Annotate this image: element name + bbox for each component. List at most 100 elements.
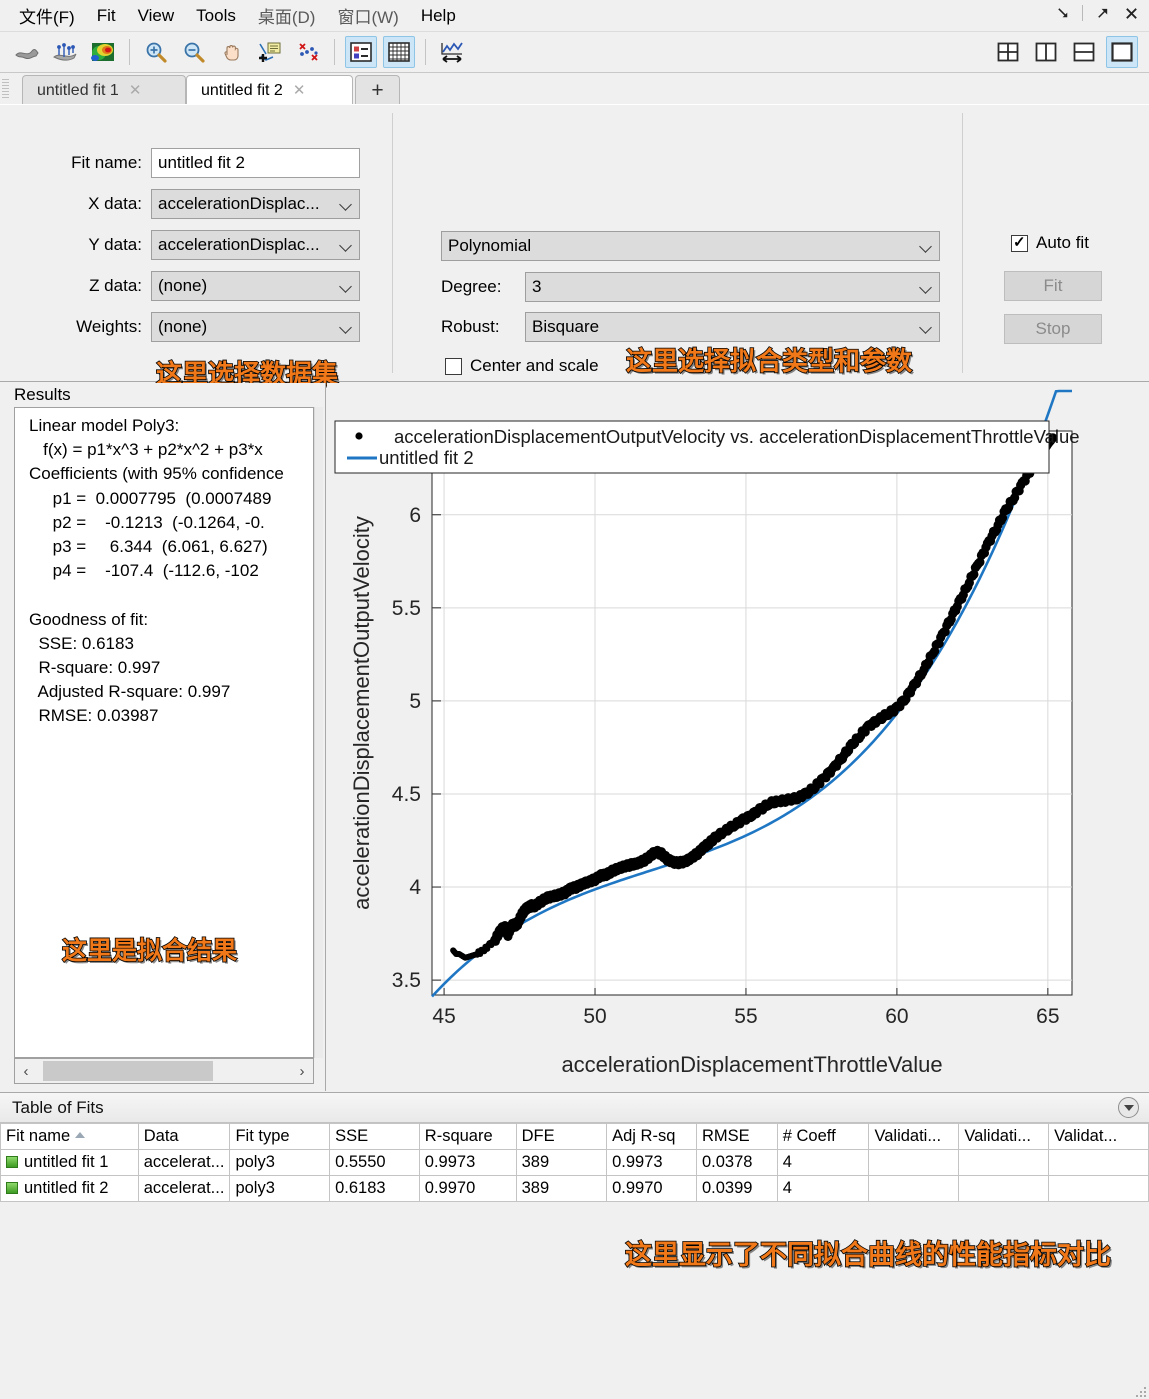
column-header-validation-1[interactable]: Validati...	[868, 1123, 960, 1150]
chevron-down-icon	[919, 239, 933, 253]
zoom-out-icon[interactable]	[178, 36, 210, 68]
degree-row: Degree: 3	[441, 272, 940, 302]
cell-r-square: 0.9973	[418, 1149, 517, 1176]
table-header-row: Fit name Data Fit type SSE R-square DFE …	[0, 1123, 1149, 1150]
cell-fit-name: untitled fit 1	[0, 1149, 139, 1176]
results-vertical-scrollbar[interactable]	[314, 407, 323, 1058]
tab-untitled-fit-2[interactable]: untitled fit 2 ✕	[186, 75, 353, 105]
undock-icon-glyph	[1097, 8, 1107, 18]
z-data-value: (none)	[158, 276, 208, 295]
zoom-in-icon[interactable]	[140, 36, 172, 68]
center-and-scale-checkbox[interactable]: Center and scale	[445, 356, 599, 376]
fit-name-row: Fit name: untitled fit 2	[48, 148, 360, 178]
y-tick-label: 4.5	[392, 783, 421, 806]
column-header-num-coeff[interactable]: # Coeff	[776, 1123, 870, 1150]
grid-icon[interactable]	[383, 36, 415, 68]
scroll-right-icon[interactable]: ›	[291, 1063, 313, 1080]
fit-type-select[interactable]: Polynomial	[441, 231, 940, 261]
legend-label-data: accelerationDisplacementOutputVelocity v…	[394, 426, 1080, 447]
auto-fit-checkbox[interactable]: Auto fit	[1011, 233, 1089, 253]
table-row[interactable]: untitled fit 2 accelerat... poly3 0.6183…	[0, 1175, 1149, 1202]
fit-plot[interactable]: 45 50 55 60 65 3.5 4 4.5 5 5.5 6 accelerationDisp…	[327, 383, 1149, 1091]
column-header-dfe[interactable]: DFE	[515, 1123, 608, 1150]
tab-close-icon[interactable]: ✕	[293, 83, 306, 98]
add-fit-tab-button[interactable]: +	[355, 75, 400, 105]
menu-item-desktop[interactable]: 桌面(D)	[247, 1, 327, 30]
plot-legend[interactable]: accelerationDisplacementOutputVelocity v…	[334, 420, 1080, 474]
add-fit-label: +	[371, 78, 384, 102]
menu-item-window[interactable]: 窗口(W)	[326, 1, 409, 30]
layout-quad-icon[interactable]	[992, 36, 1024, 68]
fit-name-input[interactable]: untitled fit 2	[151, 148, 360, 178]
layout-horizontal-split-icon[interactable]	[1068, 36, 1100, 68]
cell-fit-name: untitled fit 2	[0, 1175, 139, 1202]
z-data-select[interactable]: (none)	[151, 271, 360, 301]
fit-color-swatch	[6, 1182, 18, 1194]
fit-name-text: untitled fit 1	[24, 1153, 109, 1171]
scroll-left-icon[interactable]: ‹	[15, 1063, 37, 1080]
menu-item-view[interactable]: View	[127, 4, 186, 28]
results-horizontal-scrollbar[interactable]: ‹ ›	[14, 1058, 314, 1084]
x-data-value: accelerationDisplac...	[158, 194, 320, 213]
scrollbar-thumb[interactable]	[43, 1061, 213, 1081]
menu-item-fit[interactable]: Fit	[86, 4, 127, 28]
exclude-outliers-icon[interactable]	[292, 36, 324, 68]
cell-validation-1	[868, 1149, 960, 1176]
axes-limits-icon[interactable]	[436, 36, 468, 68]
auto-fit-label: Auto fit	[1036, 233, 1089, 252]
dock-icon-glyph	[1057, 7, 1067, 17]
column-header-data[interactable]: Data	[137, 1123, 231, 1150]
menu-item-help[interactable]: Help	[410, 4, 467, 28]
tab-bar: untitled fit 1 ✕ untitled fit 2 ✕ +	[0, 73, 1149, 105]
fits-table[interactable]: Fit name Data Fit type SSE R-square DFE …	[0, 1123, 1149, 1202]
column-header-fit-name[interactable]: Fit name	[0, 1123, 139, 1150]
tab-label: untitled fit 2	[201, 81, 283, 99]
tab-close-icon[interactable]: ✕	[129, 83, 142, 98]
x-tick-label: 55	[734, 1005, 757, 1028]
data-cursor-icon[interactable]	[254, 36, 286, 68]
menu-item-tools[interactable]: Tools	[185, 4, 247, 28]
column-header-sse[interactable]: SSE	[329, 1123, 420, 1150]
tab-label: untitled fit 1	[37, 81, 119, 99]
column-header-validation-2[interactable]: Validati...	[958, 1123, 1050, 1150]
layout-single-icon[interactable]	[1106, 36, 1138, 68]
degree-value: 3	[532, 277, 542, 296]
sort-ascending-icon	[75, 1132, 86, 1138]
weights-select[interactable]: (none)	[151, 312, 360, 342]
layout-vertical-split-icon[interactable]	[1030, 36, 1062, 68]
x-data-select[interactable]: accelerationDisplac...	[151, 189, 360, 219]
cell-rmse: 0.0378	[695, 1149, 778, 1176]
contour-map-icon[interactable]	[87, 36, 119, 68]
tab-untitled-fit-1[interactable]: untitled fit 1 ✕	[22, 75, 186, 105]
panel-divider-2	[962, 113, 963, 373]
column-header-rmse[interactable]: RMSE	[695, 1123, 778, 1150]
menu-item-file[interactable]: 文件(F)	[8, 1, 86, 30]
legend-icon[interactable]	[345, 36, 377, 68]
plot-panel[interactable]: 45 50 55 60 65 3.5 4 4.5 5 5.5 6 accelerationDisp…	[327, 383, 1149, 1091]
robust-select[interactable]: Bisquare	[525, 312, 940, 342]
column-header-validation-3[interactable]: Validat...	[1048, 1123, 1149, 1150]
surface-icon[interactable]	[11, 36, 43, 68]
table-row[interactable]: untitled fit 1 accelerat... poly3 0.5550…	[0, 1149, 1149, 1176]
x-tick-label: 50	[583, 1005, 606, 1028]
dock-icon[interactable]	[1053, 2, 1073, 24]
degree-select[interactable]: 3	[525, 272, 940, 302]
stop-button[interactable]: Stop	[1004, 314, 1102, 344]
column-header-r-square[interactable]: R-square	[418, 1123, 517, 1150]
column-header-adj-r-sq[interactable]: Adj R-sq	[606, 1123, 697, 1150]
close-icon[interactable]	[1121, 2, 1141, 24]
fit-name-text: untitled fit 2	[24, 1179, 109, 1197]
y-tick-label: 5	[409, 690, 421, 713]
column-header-fit-type[interactable]: Fit type	[229, 1123, 331, 1150]
cell-sse: 0.5550	[329, 1149, 420, 1176]
y-data-select[interactable]: accelerationDisplac...	[151, 230, 360, 260]
annotation-table-of-fits: 这里显示了不同拟合曲线的性能指标对比	[624, 1239, 1112, 1272]
z-data-label: Z data:	[89, 276, 142, 295]
collapse-panel-icon[interactable]	[1118, 1097, 1139, 1118]
cell-adj-r-sq: 0.9970	[606, 1175, 697, 1202]
pan-icon[interactable]	[216, 36, 248, 68]
fit-button[interactable]: Fit	[1004, 271, 1102, 301]
data-points-3d-icon[interactable]	[49, 36, 81, 68]
undock-icon[interactable]	[1092, 2, 1112, 24]
resize-grip[interactable]	[1132, 1383, 1146, 1397]
